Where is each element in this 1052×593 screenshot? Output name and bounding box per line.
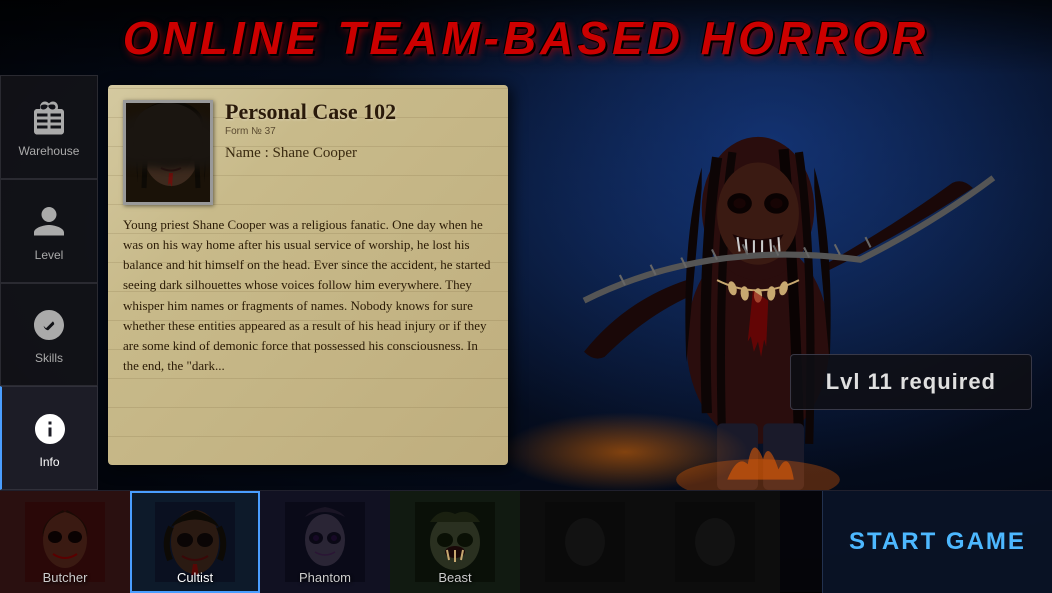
bottom-bar: Butcher Cultist <box>0 490 1052 592</box>
case-body: Young priest Shane Cooper was a religiou… <box>123 215 493 455</box>
info-icon <box>28 407 72 451</box>
case-photo-inner <box>126 103 210 202</box>
char6-face <box>675 502 755 582</box>
char5-bg <box>522 493 648 591</box>
start-game-label: START GAME <box>849 528 1026 556</box>
phantom-label: Phantom <box>262 570 388 585</box>
sidebar: Warehouse Level Skills Info <box>0 75 98 490</box>
monster-area: Lvl 11 required <box>478 75 1052 490</box>
cultist-label: Cultist <box>132 570 258 585</box>
level-badge: Lvl 11 required <box>790 354 1032 410</box>
sidebar-item-skills[interactable]: Skills <box>0 283 98 387</box>
monster-svg <box>498 75 1018 490</box>
sidebar-item-warehouse[interactable]: Warehouse <box>0 75 98 179</box>
char-cultist[interactable]: Cultist <box>130 491 260 593</box>
case-photo <box>123 100 213 205</box>
title-bar: ONLINE TEAM-BASED HORROR <box>0 0 1052 75</box>
game-title: ONLINE TEAM-BASED HORROR <box>123 11 929 65</box>
char-6[interactable] <box>650 491 780 593</box>
level-label: Level <box>35 248 64 262</box>
char-beast[interactable]: Beast <box>390 491 520 593</box>
case-name: Name : Shane Cooper <box>225 145 493 162</box>
case-form-number: Form № 37 <box>225 126 493 137</box>
level-icon <box>27 200 71 244</box>
warehouse-icon <box>27 96 71 140</box>
sidebar-item-info[interactable]: Info <box>0 386 98 490</box>
char6-bg <box>652 493 778 591</box>
case-header: Personal Case 102 Form № 37 Name : Shane… <box>123 100 493 205</box>
warehouse-label: Warehouse <box>19 144 80 158</box>
level-badge-text: Lvl 11 required <box>826 369 996 394</box>
info-label: Info <box>39 455 59 469</box>
sidebar-item-level[interactable]: Level <box>0 179 98 283</box>
char-phantom[interactable]: Phantom <box>260 491 390 593</box>
skills-icon <box>27 303 71 347</box>
skills-label: Skills <box>35 351 63 365</box>
main-content: Personal Case 102 Form № 37 Name : Shane… <box>98 75 1052 490</box>
case-card: Personal Case 102 Form № 37 Name : Shane… <box>108 85 508 465</box>
beast-label: Beast <box>392 570 518 585</box>
start-game-button[interactable]: START GAME <box>822 491 1052 593</box>
character-list: Butcher Cultist <box>0 491 822 592</box>
case-title: Personal Case 102 <box>225 100 493 124</box>
char-butcher[interactable]: Butcher <box>0 491 130 593</box>
char5-face <box>545 502 625 582</box>
char-5[interactable] <box>520 491 650 593</box>
butcher-label: Butcher <box>2 570 128 585</box>
case-header-text: Personal Case 102 Form № 37 Name : Shane… <box>225 100 493 205</box>
